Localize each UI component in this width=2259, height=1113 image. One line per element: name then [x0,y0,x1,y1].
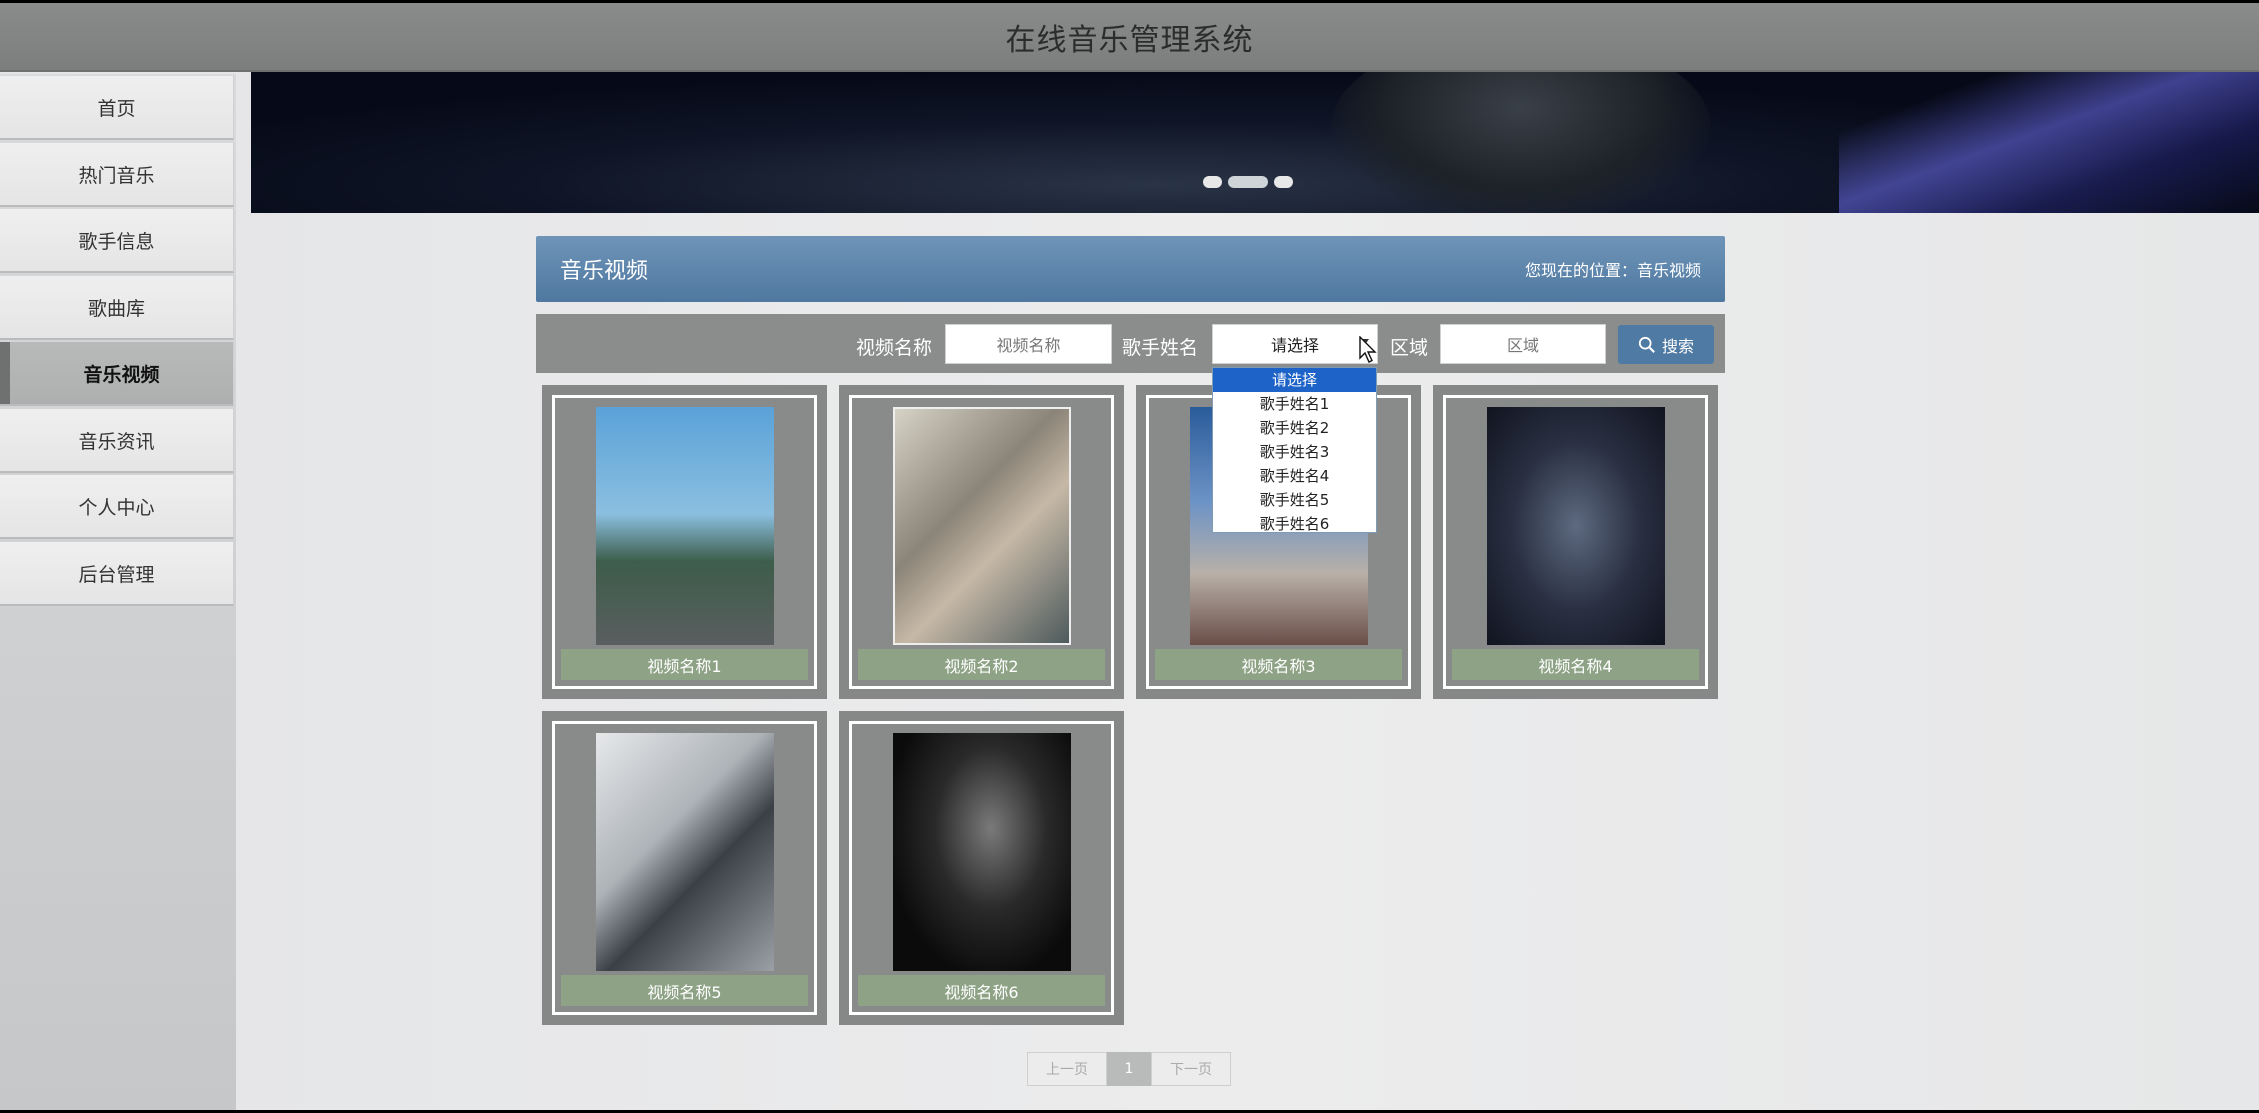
dropdown-option[interactable]: 歌手姓名1 [1213,392,1376,416]
singer-label: 歌手姓名 [1122,337,1199,359]
sidebar: 首页 热门音乐 歌手信息 歌曲库 音乐视频 音乐资讯 个人中心 后台管理 [0,74,236,1110]
video-thumbnail[interactable] [892,733,1071,971]
page-number[interactable]: 1 [1107,1052,1151,1086]
pagination: 上一页 1 下一页 [1027,1052,1231,1086]
video-card[interactable]: 视频名称1 [542,385,827,699]
app-header: 在线音乐管理系统 [0,3,2259,72]
region-label: 区域 [1390,337,1429,359]
singer-select-value: 请选择 [1270,336,1319,355]
dropdown-option[interactable]: 歌手姓名6 [1213,512,1376,536]
next-page-button[interactable]: 下一页 [1151,1052,1231,1086]
video-card[interactable]: 视频名称5 [542,711,827,1025]
video-name-label: 视频名称 [856,337,933,359]
video-title[interactable]: 视频名称5 [561,975,808,1006]
app-title: 在线音乐管理系统 [1005,22,1254,58]
video-thumbnail[interactable] [892,407,1071,645]
carousel-dot-2[interactable] [1228,176,1268,188]
dropdown-option[interactable]: 请选择 [1213,368,1376,392]
video-thumbnail[interactable] [595,733,774,971]
sidebar-item-music-news[interactable]: 音乐资讯 [0,409,234,473]
section-title-bar: 音乐视频 您现在的位置：音乐视频 [536,236,1725,302]
prev-page-button[interactable]: 上一页 [1027,1052,1107,1086]
video-card[interactable]: 视频名称6 [839,711,1124,1025]
video-card[interactable]: 视频名称4 [1433,385,1718,699]
section-title: 音乐视频 [560,259,649,284]
video-title[interactable]: 视频名称3 [1155,649,1402,680]
singer-dropdown-list: 请选择 歌手姓名1 歌手姓名2 歌手姓名3 歌手姓名4 歌手姓名5 歌手姓名6 [1212,367,1377,533]
video-title[interactable]: 视频名称6 [858,975,1105,1006]
video-title[interactable]: 视频名称1 [561,649,808,680]
video-card[interactable]: 视频名称2 [839,385,1124,699]
sidebar-item-hot-music[interactable]: 热门音乐 [0,143,234,207]
video-thumbnail[interactable] [1486,407,1665,645]
sidebar-item-personal-center[interactable]: 个人中心 [0,475,234,539]
dropdown-option[interactable]: 歌手姓名3 [1213,440,1376,464]
search-bar: 视频名称 视频名称 歌手姓名 请选择 区域 区域 搜索 [536,314,1725,373]
carousel-indicators [1203,176,1293,188]
search-button-label: 搜索 [1661,336,1694,356]
region-input[interactable]: 区域 [1440,324,1606,364]
dropdown-option[interactable]: 歌手姓名5 [1213,488,1376,512]
singer-select[interactable]: 请选择 [1212,324,1378,364]
search-button[interactable]: 搜索 [1618,325,1714,364]
carousel-dot-3[interactable] [1274,176,1293,188]
banner-image [1331,72,1711,213]
video-name-input[interactable]: 视频名称 [945,324,1112,364]
banner-glow [1839,72,2259,213]
video-thumbnail[interactable] [595,407,774,645]
sidebar-item-song-library[interactable]: 歌曲库 [0,276,234,340]
sidebar-item-admin[interactable]: 后台管理 [0,542,234,606]
mouse-cursor-icon [1359,336,1377,363]
sidebar-item-singer-info[interactable]: 歌手信息 [0,209,234,273]
video-title[interactable]: 视频名称2 [858,649,1105,680]
sidebar-item-home[interactable]: 首页 [0,76,234,140]
dropdown-option[interactable]: 歌手姓名4 [1213,464,1376,488]
search-icon [1638,336,1655,353]
sidebar-item-music-video[interactable]: 音乐视频 [0,342,234,406]
video-title[interactable]: 视频名称4 [1452,649,1699,680]
dropdown-option[interactable]: 歌手姓名2 [1213,416,1376,440]
breadcrumb: 您现在的位置：音乐视频 [1524,261,1701,280]
carousel-dot-1[interactable] [1203,176,1222,188]
banner-carousel[interactable] [251,72,2259,213]
app-window: 在线音乐管理系统 首页 热门音乐 歌手信息 歌曲库 音乐视频 音乐资讯 个人中心… [0,3,2259,1110]
